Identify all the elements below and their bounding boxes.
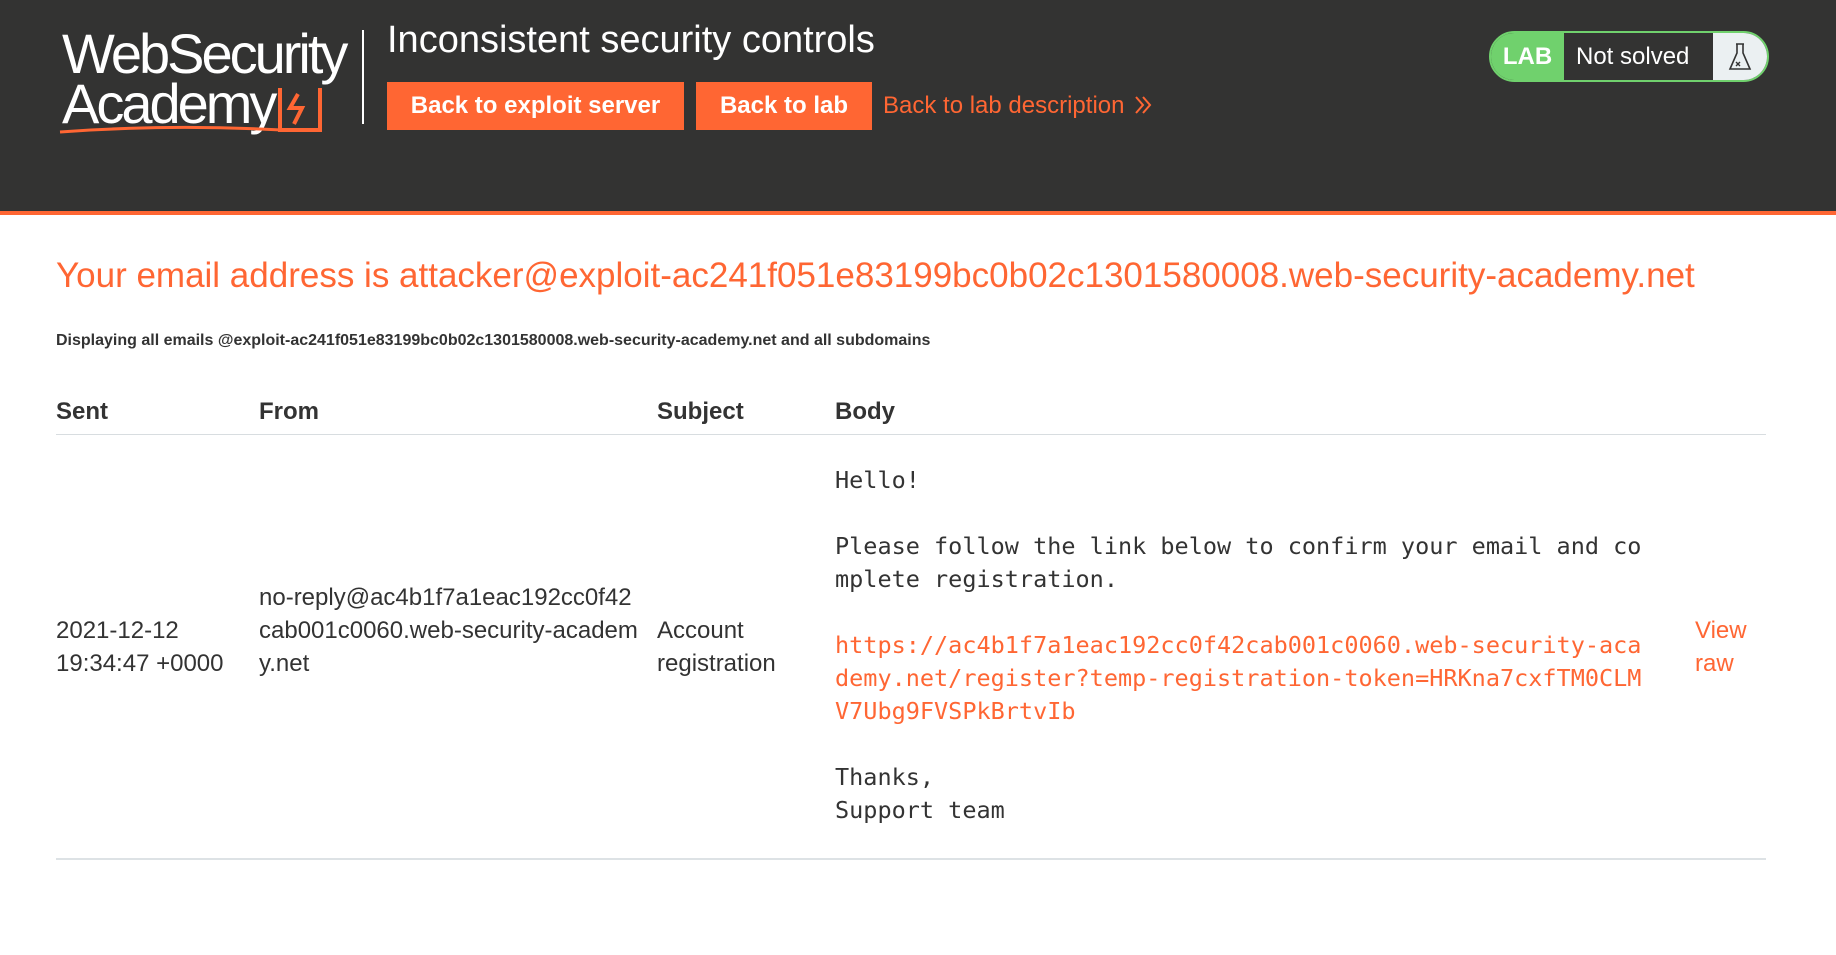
column-header-subject: Subject: [657, 398, 744, 425]
lab-badge: LAB: [1491, 33, 1564, 80]
lab-status-text: Not solved: [1576, 43, 1690, 70]
registration-link[interactable]: https://ac4b1f7a1eac192cc0f42cab001c0060…: [835, 629, 1641, 728]
email-from-cell: no-reply@ac4b1f7a1eac192cc0f42cab001c006…: [259, 584, 638, 677]
table-row-divider: [56, 858, 1766, 860]
back-to-lab-description-link[interactable]: Back to lab description: [883, 82, 1152, 130]
view-raw-link[interactable]: View raw: [1695, 614, 1765, 680]
lab-status-widget: LAB Not solved: [1489, 31, 1769, 82]
flask-icon: [1728, 43, 1752, 70]
email-body-signoff: Thanks, Support team: [835, 763, 1005, 824]
top-header: WebSecurity Academy Inconsistent securit…: [0, 0, 1836, 215]
double-chevron-right-icon: [1135, 96, 1152, 114]
back-to-lab-description-label: Back to lab description: [883, 92, 1125, 119]
table-header-divider: [56, 434, 1766, 435]
display-filter-note: Displaying all emails @exploit-ac241f051…: [56, 332, 931, 349]
column-header-body: Body: [835, 398, 895, 425]
email-body-intro: Hello! Please follow the link below to c…: [835, 466, 1642, 593]
email-address-heading: Your email address is attacker@exploit-a…: [56, 256, 1695, 295]
email-sent-cell: 2021-12-12 19:34:47 +0000: [56, 617, 224, 677]
logo-swoosh-icon: [59, 125, 283, 134]
column-header-from: From: [259, 398, 319, 425]
flask-icon-container: [1713, 33, 1767, 80]
back-to-lab-button[interactable]: Back to lab: [696, 82, 872, 130]
column-header-sent: Sent: [56, 398, 109, 425]
lab-title: Inconsistent security controls: [387, 19, 875, 61]
web-security-academy-logo[interactable]: WebSecurity Academy: [58, 26, 358, 138]
header-divider: [362, 30, 364, 124]
email-subject-cell: Account registration: [657, 617, 776, 677]
back-to-exploit-server-button[interactable]: Back to exploit server: [387, 82, 684, 130]
